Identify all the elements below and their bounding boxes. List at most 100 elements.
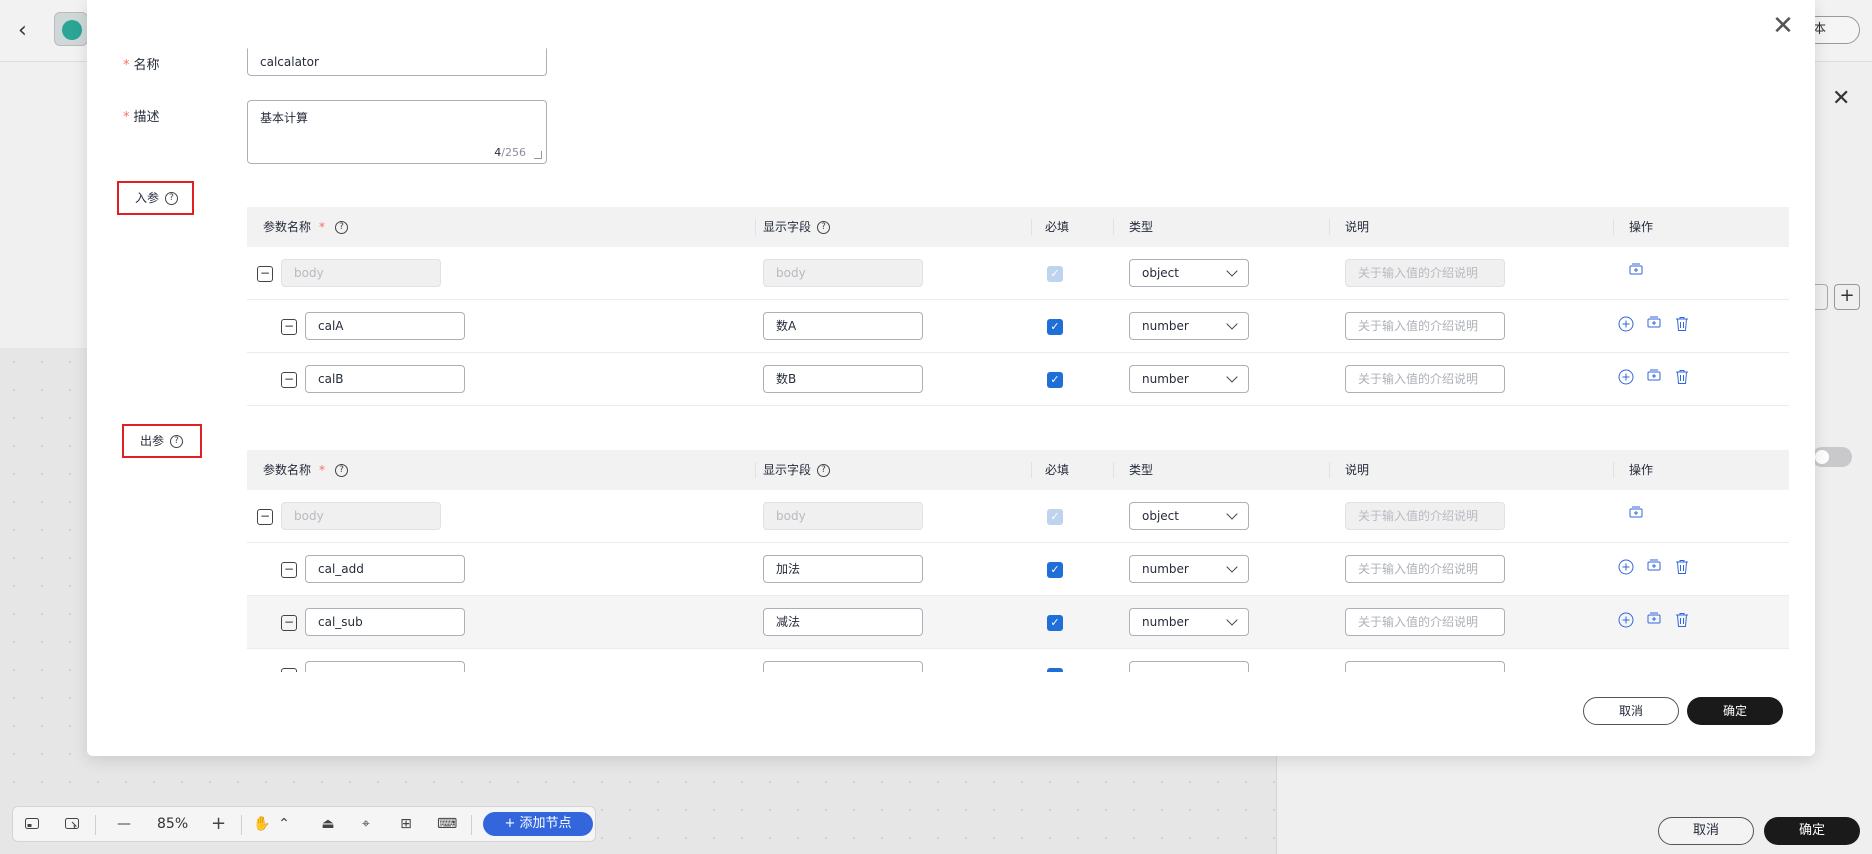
collapse-icon[interactable]: − <box>281 562 297 578</box>
chevron-down-icon <box>1226 614 1238 626</box>
param-name-input: body <box>281 502 441 530</box>
keyboard-icon[interactable]: ⌨ <box>437 816 457 834</box>
collapse-icon[interactable]: − <box>281 372 297 388</box>
cancel-button[interactable]: 取消 <box>1583 697 1679 725</box>
display-field-input[interactable]: 加法 <box>763 555 923 583</box>
help-icon[interactable]: ? <box>170 435 184 448</box>
center-icon[interactable]: ⌖ <box>357 816 375 834</box>
add-sibling-icon[interactable] <box>1617 368 1635 386</box>
help-icon[interactable]: ? <box>335 464 349 477</box>
table-row: − body body ✓ object 关于输入值的介绍说明 <box>247 247 1789 300</box>
param-name-input[interactable] <box>305 661 465 672</box>
add-sibling-icon[interactable] <box>1617 558 1635 576</box>
required-checkbox: ✓ <box>1047 509 1063 525</box>
collapse-icon[interactable]: − <box>257 509 273 525</box>
description-input[interactable] <box>1345 661 1505 672</box>
name-input[interactable]: calcalator <box>247 48 547 76</box>
col-required: 必填 <box>1045 220 1070 234</box>
add-node-button[interactable]: + 添加节点 <box>483 812 593 836</box>
required-checkbox[interactable]: ✓ <box>1047 319 1063 335</box>
table-row: − ✓ <box>247 649 1789 672</box>
align-icon[interactable]: ⏏ <box>319 816 337 834</box>
required-checkbox[interactable]: ✓ <box>1047 615 1063 631</box>
chevron-down-icon <box>1226 371 1238 383</box>
zoom-level: 85% <box>157 816 189 832</box>
chevron-down-icon <box>1226 265 1238 277</box>
table-row: − calB 数B ✓ number 关于输入值的介绍说明 <box>247 353 1789 406</box>
input-params-table: 参数名称 *? 显示字段? 必填 类型 说明 操作 − body body ✓ o… <box>247 207 1789 406</box>
delete-icon[interactable] <box>1673 611 1691 629</box>
add-sibling-icon[interactable] <box>1617 315 1635 333</box>
side-panel-toggle[interactable] <box>1812 447 1852 467</box>
display-field-input[interactable]: 减法 <box>763 608 923 636</box>
display-field-input[interactable]: 数A <box>763 312 923 340</box>
col-param-name: 参数名称 *? <box>263 207 349 247</box>
table-header: 参数名称 *? 显示字段? 必填 类型 说明 操作 <box>247 207 1789 247</box>
col-param-name: 参数名称 *? <box>263 450 349 490</box>
param-name-input[interactable]: calB <box>305 365 465 393</box>
display-field-input: body <box>763 259 923 287</box>
hand-icon[interactable]: ✋ <box>253 816 271 834</box>
display-field-input[interactable]: 数B <box>763 365 923 393</box>
col-required: 必填 <box>1045 463 1070 477</box>
display-field-input[interactable] <box>763 661 923 672</box>
collapse-icon[interactable]: − <box>281 668 297 672</box>
delete-icon[interactable] <box>1673 315 1691 333</box>
description-input[interactable]: 关于输入值的介绍说明 <box>1345 555 1505 583</box>
add-child-icon[interactable] <box>1627 262 1645 280</box>
required-checkbox[interactable]: ✓ <box>1047 372 1063 388</box>
help-icon[interactable]: ? <box>817 464 831 477</box>
add-child-icon[interactable] <box>1627 505 1645 523</box>
param-name-input[interactable]: calA <box>305 312 465 340</box>
collapse-icon[interactable]: − <box>281 615 297 631</box>
add-child-icon[interactable] <box>1645 558 1663 576</box>
param-name-input[interactable]: cal_add <box>305 555 465 583</box>
type-select[interactable]: number <box>1129 312 1249 340</box>
description-input: 关于输入值的介绍说明 <box>1345 259 1505 287</box>
zoom-in-icon[interactable]: + <box>211 815 226 834</box>
help-icon[interactable]: ? <box>165 192 179 205</box>
add-child-icon[interactable] <box>1645 368 1663 386</box>
collapse-icon[interactable]: − <box>281 319 297 335</box>
minimap-icon[interactable] <box>23 816 41 834</box>
side-panel-ok-button[interactable]: 确定 <box>1764 817 1860 845</box>
side-panel-add-icon[interactable]: + <box>1834 284 1860 310</box>
type-select[interactable]: number <box>1129 555 1249 583</box>
chevron-down-icon <box>1226 318 1238 330</box>
back-arrow-icon[interactable]: ‹ <box>18 18 27 43</box>
collapse-icon[interactable]: − <box>257 266 273 282</box>
zoom-out-icon[interactable]: — <box>117 816 131 834</box>
description-textarea[interactable]: 基本计算 4/256 <box>247 100 547 164</box>
required-checkbox[interactable]: ✓ <box>1047 668 1063 672</box>
type-select[interactable]: number <box>1129 608 1249 636</box>
description-input[interactable]: 关于输入值的介绍说明 <box>1345 608 1505 636</box>
description-input[interactable]: 关于输入值的介绍说明 <box>1345 312 1505 340</box>
required-checkbox[interactable]: ✓ <box>1047 562 1063 578</box>
type-select[interactable] <box>1129 661 1249 672</box>
add-sibling-icon[interactable] <box>1617 611 1635 629</box>
table-row: − cal_add 加法 ✓ number 关于输入值的介绍说明 <box>247 543 1789 596</box>
col-description: 说明 <box>1345 463 1370 477</box>
help-icon[interactable]: ? <box>335 221 349 234</box>
delete-icon[interactable] <box>1673 368 1691 386</box>
output-params-label: 出参? <box>122 424 202 458</box>
add-child-icon[interactable] <box>1645 611 1663 629</box>
output-params-table: 参数名称 *? 显示字段? 必填 类型 说明 操作 − body body ✓ o… <box>247 450 1789 672</box>
description-input[interactable]: 关于输入值的介绍说明 <box>1345 365 1505 393</box>
help-icon[interactable]: ? <box>817 221 831 234</box>
type-select[interactable]: object <box>1129 502 1249 530</box>
grid-icon[interactable]: ⊞ <box>397 816 415 834</box>
side-panel-cancel-button[interactable]: 取消 <box>1658 817 1754 845</box>
select-icon[interactable] <box>63 816 81 834</box>
chevron-up-icon[interactable]: ⌃ <box>277 816 291 834</box>
type-select[interactable]: number <box>1129 365 1249 393</box>
type-select[interactable]: object <box>1129 259 1249 287</box>
side-panel-close-icon[interactable]: ✕ <box>1832 86 1850 111</box>
param-name-input[interactable]: cal_sub <box>305 608 465 636</box>
resize-handle-icon[interactable] <box>534 151 542 159</box>
col-description: 说明 <box>1345 220 1370 234</box>
delete-icon[interactable] <box>1673 558 1691 576</box>
add-child-icon[interactable] <box>1645 315 1663 333</box>
confirm-button[interactable]: 确定 <box>1687 697 1783 725</box>
col-type: 类型 <box>1129 220 1154 234</box>
